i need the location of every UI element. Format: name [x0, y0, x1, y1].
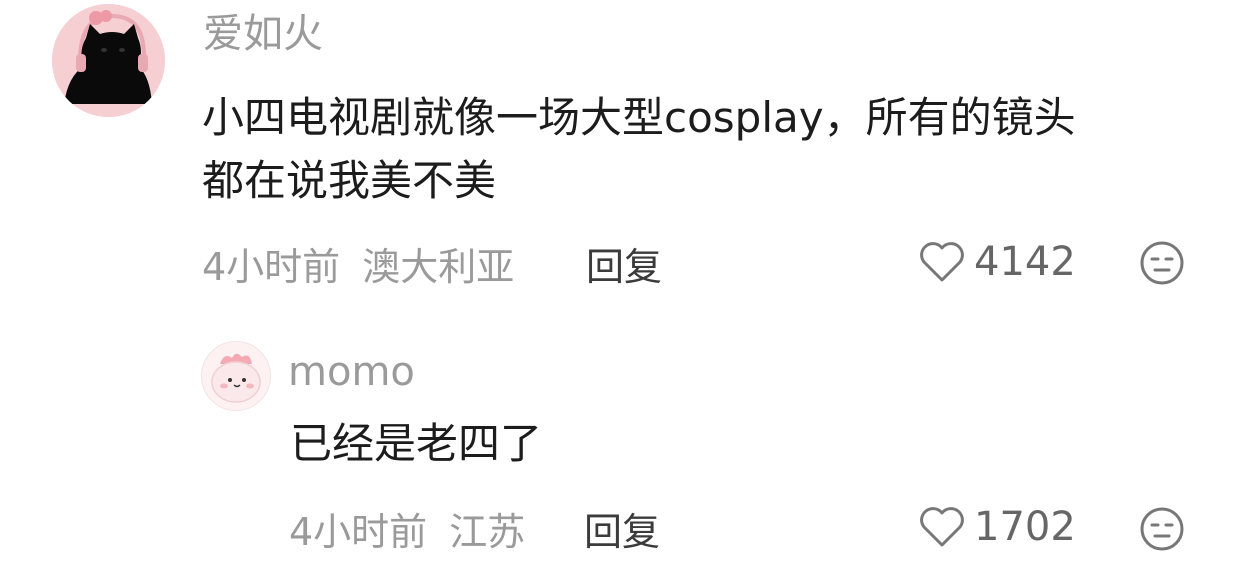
neutral-face-icon: [1140, 507, 1184, 551]
reply-button[interactable]: 回复: [586, 248, 662, 286]
comment-location: 澳大利亚: [362, 245, 515, 289]
like-count: 1702: [974, 504, 1076, 550]
comment-text: 小四电视剧就像一场大型cosplay，所有的镜头 都在说我美不美: [202, 86, 1076, 212]
reply-time: 4小时前: [289, 510, 428, 554]
comment-thread: 爱如火 小四电视剧就像一场大型cosplay，所有的镜头 都在说我美不美 4小时…: [0, 0, 1260, 588]
reply-meta: 4小时前 江苏: [289, 513, 525, 551]
dislike-button[interactable]: [1138, 239, 1186, 291]
reply-username[interactable]: momo: [288, 352, 415, 392]
neutral-face-icon: [1140, 241, 1184, 285]
reply-location: 江苏: [449, 510, 526, 554]
dislike-button[interactable]: [1138, 505, 1186, 557]
pink-creature-avatar-icon: [202, 342, 270, 410]
avatar[interactable]: [201, 341, 271, 411]
reply-button[interactable]: 回复: [584, 513, 660, 551]
comment-username[interactable]: 爱如火: [203, 14, 323, 54]
like-button[interactable]: 1702: [918, 505, 1076, 549]
comment-time: 4小时前: [202, 245, 341, 289]
comment-text-line: 都在说我美不美: [202, 156, 497, 205]
comment-meta: 4小时前 澳大利亚: [202, 248, 514, 286]
comment-text-line: 小四电视剧就像一场大型cosplay，所有的镜头: [202, 93, 1076, 142]
like-button[interactable]: 4142: [918, 240, 1076, 284]
avatar[interactable]: [52, 4, 165, 117]
heart-outline-icon: [920, 242, 964, 282]
heart-outline-icon: [920, 507, 964, 547]
black-cat-avatar-icon: [52, 4, 165, 117]
like-count: 4142: [974, 239, 1076, 285]
reply-text: 已经是老四了: [290, 419, 543, 468]
